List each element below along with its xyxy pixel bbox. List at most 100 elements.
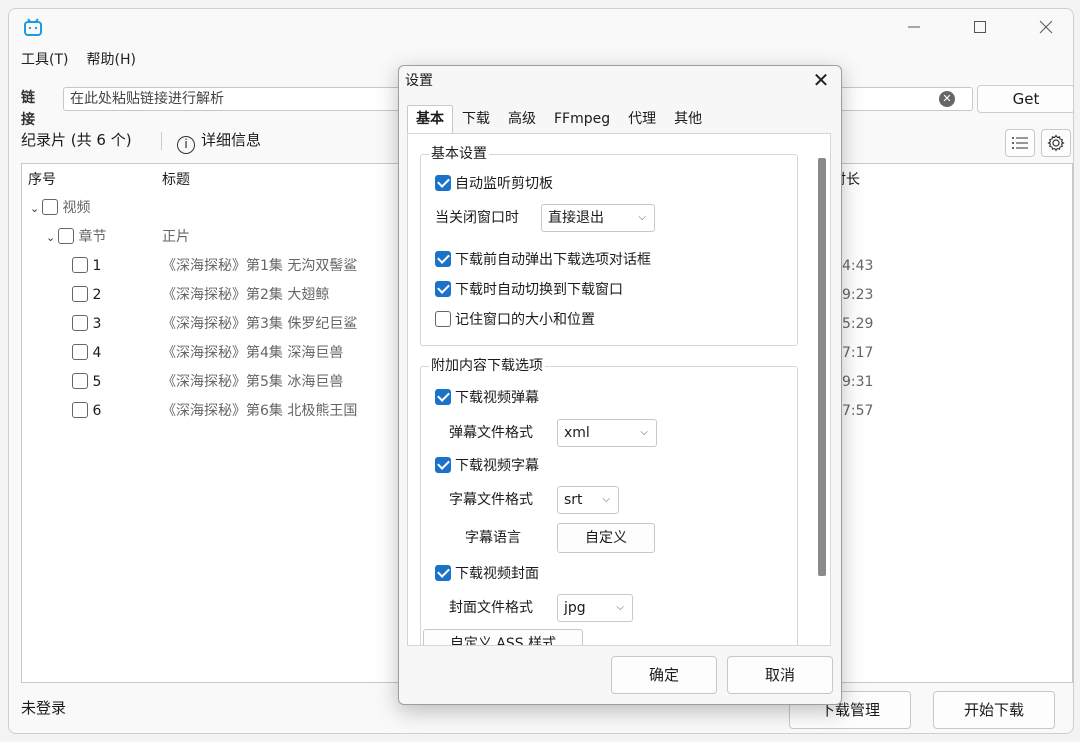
checkbox[interactable] [72,257,88,273]
checkbox[interactable] [42,199,58,215]
checkbox[interactable] [435,311,451,327]
info-icon: i [177,136,195,154]
dialog-close-button[interactable]: ✕ [807,68,835,92]
auto-clipboard-option[interactable]: 自动监听剪切板 [435,173,553,195]
checkbox[interactable] [435,389,451,405]
col-title-header[interactable]: 标题 [162,164,190,196]
chevron-down-icon[interactable]: ⌄ [30,194,42,223]
download-subtitle-option[interactable]: 下载视频字幕 [435,455,539,477]
switch-window-option[interactable]: 下载时自动切换到下载窗口 [435,279,623,301]
tab-advanced[interactable]: 高级 [499,105,545,133]
maximize-icon [974,21,986,33]
tab-proxy[interactable]: 代理 [619,105,665,133]
danmaku-format-label: 弹幕文件格式 [449,425,533,441]
app-logo-icon [24,18,42,36]
col-index-header[interactable]: 序号 [28,164,56,196]
settings-button[interactable] [1041,129,1071,157]
scrollbar-thumb[interactable] [818,158,826,576]
remember-window-option[interactable]: 记住窗口的大小和位置 [435,309,595,331]
chevron-down-icon: ⌵ [638,212,646,223]
title-bar [9,9,1073,45]
select-value: 直接退出 [548,210,604,226]
tab-download[interactable]: 下载 [453,105,499,133]
checkbox[interactable] [72,402,88,418]
row-title: 《深海探秘》第1集 无沟双髻鲨 [162,258,358,274]
select-value: xml [564,425,590,441]
custom-ass-button[interactable]: 自定义 ASS 样式 [423,629,583,645]
tab-other[interactable]: 其他 [665,105,711,133]
on-close-label: 当关闭窗口时 [435,210,519,226]
row-index: 6 [92,403,102,419]
checkbox[interactable] [435,175,451,191]
tab-basic[interactable]: 基本 [407,105,453,133]
option-label: 下载视频字幕 [455,458,539,474]
danmaku-format-select[interactable]: xml ⌵ [557,419,657,447]
checkbox[interactable] [435,457,451,473]
detail-info-link[interactable]: i 详细信息 [177,127,261,154]
select-value: jpg [564,600,586,616]
row-duration: 7:57 [842,403,874,419]
subtitle-language-button[interactable]: 自定义 [557,523,655,553]
checkbox[interactable] [72,373,88,389]
row-index: 1 [92,258,102,274]
cancel-button[interactable]: 取消 [727,656,833,694]
login-status: 未登录 [21,699,67,717]
checkbox[interactable] [435,251,451,267]
chevron-down-icon[interactable]: ⌄ [46,223,58,252]
tab-ffmpeg[interactable]: FFmpeg [545,105,619,133]
maximize-button[interactable] [957,9,1003,45]
checkbox[interactable] [72,315,88,331]
list-view-button[interactable] [1005,129,1035,157]
group-label: 章节 [78,229,107,245]
group-title: 基本设置 [429,144,489,164]
checkbox[interactable] [435,281,451,297]
option-label: 记住窗口的大小和位置 [455,312,595,328]
row-duration: 9:31 [842,374,874,390]
checkbox[interactable] [72,286,88,302]
dialog-title: 设置 [405,73,433,89]
start-download-button[interactable]: 开始下载 [933,691,1055,729]
popup-options-option[interactable]: 下载前自动弹出下载选项对话框 [435,249,651,271]
select-value: srt [564,492,583,508]
row-duration: 5:29 [842,316,874,332]
cover-format-select[interactable]: jpg ⌵ [557,594,633,622]
menu-help[interactable]: 帮助(H) [86,49,135,73]
get-button[interactable]: Get [977,85,1073,113]
cover-format-label: 封面文件格式 [449,600,533,616]
menu-bar: 工具(T) 帮助(H) [9,49,136,73]
clear-url-icon[interactable]: ✕ [939,91,955,107]
row-index: 4 [92,345,102,361]
settings-tabs: 基本 下载 高级 FFmpeg 代理 其他 [407,105,711,133]
download-cover-option[interactable]: 下载视频封面 [435,563,539,585]
checkbox[interactable] [435,565,451,581]
row-title: 《深海探秘》第3集 侏罗纪巨鲨 [162,316,358,332]
subtitle-format-label: 字幕文件格式 [449,492,533,508]
gear-icon [1047,134,1065,152]
chevron-down-icon: ⌵ [616,602,624,613]
chevron-down-icon: ⌵ [640,427,648,438]
option-label: 自动监听剪切板 [455,176,553,192]
video-info-title: 纪录片 (共 6 个) [21,131,132,149]
checkbox[interactable] [72,344,88,360]
option-label: 下载时自动切换到下载窗口 [455,282,623,298]
row-title: 《深海探秘》第4集 深海巨兽 [162,345,344,361]
list-icon [1012,137,1028,149]
chevron-down-icon: ⌵ [602,494,610,505]
close-icon [1039,20,1053,34]
close-button[interactable] [1023,9,1069,45]
row-duration: 7:17 [842,345,874,361]
subtitle-format-select[interactable]: srt ⌵ [557,486,619,514]
row-duration: 4:43 [842,258,874,274]
extra-content-group: 附加内容下载选项 下载视频弹幕 弹幕文件格式 xml ⌵ 下载视频字幕 字幕文件格… [420,356,798,645]
ok-button[interactable]: 确定 [611,656,717,694]
minimize-button[interactable] [891,9,937,45]
minimize-icon [908,26,920,28]
basic-settings-group: 基本设置 自动监听剪切板 当关闭窗口时 直接退出 ⌵ 下载前自动弹出下载选项对话框… [420,144,798,346]
url-label: 链接 [21,90,35,128]
option-label: 下载前自动弹出下载选项对话框 [455,252,651,268]
on-close-select[interactable]: 直接退出 ⌵ [541,204,655,232]
subtitle-language-label: 字幕语言 [465,530,521,546]
download-danmaku-option[interactable]: 下载视频弹幕 [435,387,539,409]
menu-tools[interactable]: 工具(T) [21,49,68,73]
checkbox[interactable] [58,228,74,244]
